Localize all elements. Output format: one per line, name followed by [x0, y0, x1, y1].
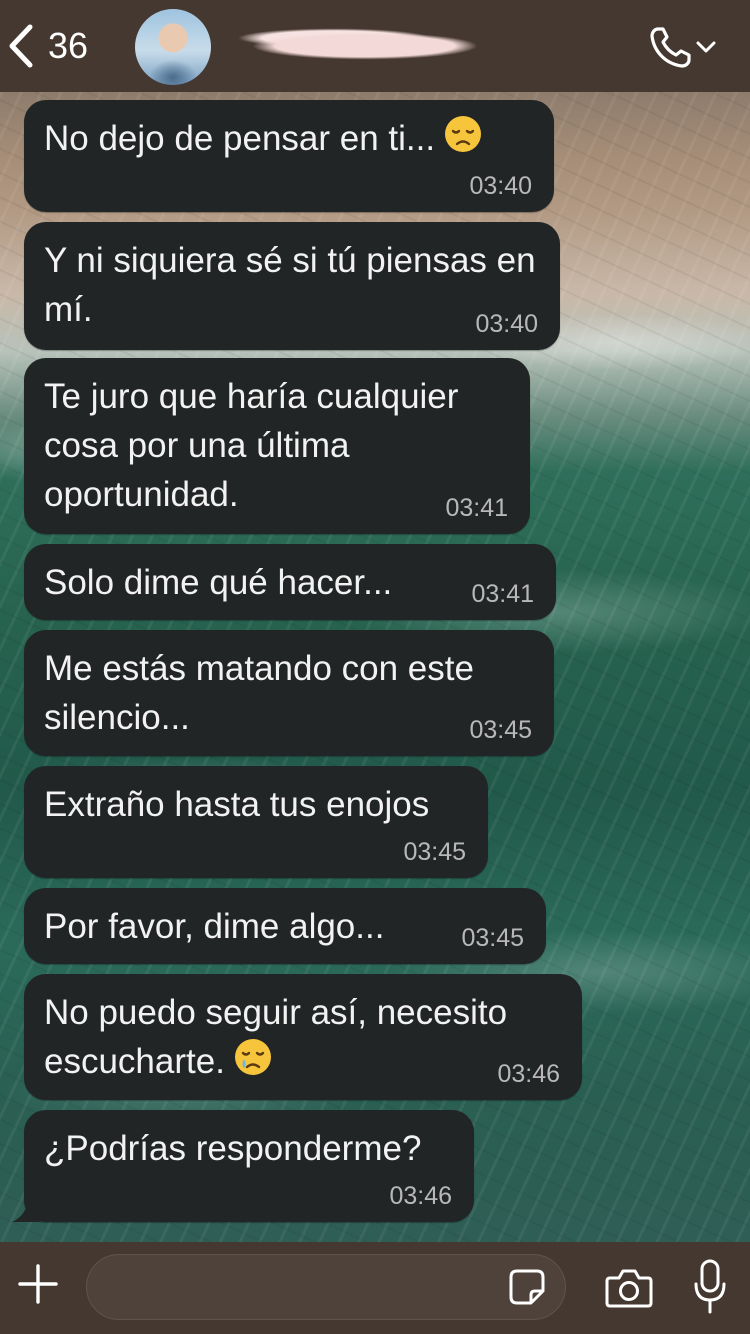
message-text: No dejo de pensar en ti... — [44, 119, 436, 158]
sticker-icon — [507, 1269, 547, 1311]
call-button[interactable] — [648, 24, 728, 70]
message-bubble[interactable]: No puedo seguir así, necesito escucharte… — [24, 974, 582, 1100]
message-text: Me estás matando con este silencio... — [44, 649, 474, 737]
avatar[interactable] — [135, 9, 211, 85]
crying-face-icon — [233, 1037, 273, 1090]
message-timestamp: 03:45 — [403, 838, 466, 866]
microphone-button[interactable] — [692, 1258, 728, 1316]
message-timestamp: 03:45 — [461, 924, 524, 952]
message-text: Te juro que haría cualquier cosa por una… — [44, 377, 459, 514]
message-text: ¿Podrías responderme? — [44, 1129, 422, 1168]
message-timestamp: 03:46 — [497, 1060, 560, 1088]
message-timestamp: 03:45 — [469, 716, 532, 744]
message-bubble[interactable]: Extraño hasta tus enojos 03:45 — [24, 766, 488, 878]
attach-button[interactable] — [16, 1262, 60, 1306]
message-bubble[interactable]: Solo dime qué hacer... 03:41 — [24, 544, 556, 620]
camera-icon — [604, 1269, 654, 1314]
unread-count: 36 — [48, 25, 89, 66]
message-timestamp: 03:41 — [445, 494, 508, 522]
microphone-icon — [692, 1259, 728, 1320]
message-bubble[interactable]: No dejo de pensar en ti... 03:40 — [24, 100, 554, 212]
message-text: Y ni siquiera sé si tú piensas en mí. — [44, 241, 536, 329]
chevron-down-icon — [694, 37, 718, 57]
phone-icon — [648, 24, 694, 70]
chat-header: 36 — [0, 0, 750, 92]
message-bubble[interactable]: ¿Podrías responderme? 03:46 — [24, 1110, 474, 1222]
sticker-button[interactable] — [507, 1267, 547, 1307]
message-bubble[interactable]: Te juro que haría cualquier cosa por una… — [24, 358, 530, 534]
camera-button[interactable] — [604, 1266, 654, 1310]
message-timestamp: 03:40 — [469, 172, 532, 200]
plus-icon — [16, 1264, 60, 1310]
back-button[interactable]: 36 — [6, 22, 116, 70]
disappointed-face-icon — [443, 114, 483, 167]
message-timestamp: 03:41 — [471, 580, 534, 608]
bubble-tail — [12, 1196, 40, 1222]
message-text: No puedo seguir así, necesito escucharte… — [44, 993, 508, 1081]
chevron-left-icon — [6, 23, 36, 69]
message-text: Por favor, dime algo... — [44, 907, 385, 946]
message-text: Extraño hasta tus enojos — [44, 785, 430, 824]
message-input[interactable] — [86, 1254, 566, 1320]
message-bubble[interactable]: Me estás matando con este silencio... 03… — [24, 630, 554, 756]
message-text: Solo dime qué hacer... — [44, 563, 393, 602]
message-timestamp: 03:40 — [475, 310, 538, 338]
message-input-bar — [0, 1242, 750, 1334]
message-list[interactable]: No dejo de pensar en ti... 03:40 Y ni si… — [0, 92, 750, 1242]
message-bubble[interactable]: Y ni siquiera sé si tú piensas en mí. 03… — [24, 222, 560, 350]
message-bubble[interactable]: Por favor, dime algo... 03:45 — [24, 888, 546, 964]
message-timestamp: 03:46 — [389, 1182, 452, 1210]
contact-name-redacted[interactable] — [210, 26, 520, 66]
